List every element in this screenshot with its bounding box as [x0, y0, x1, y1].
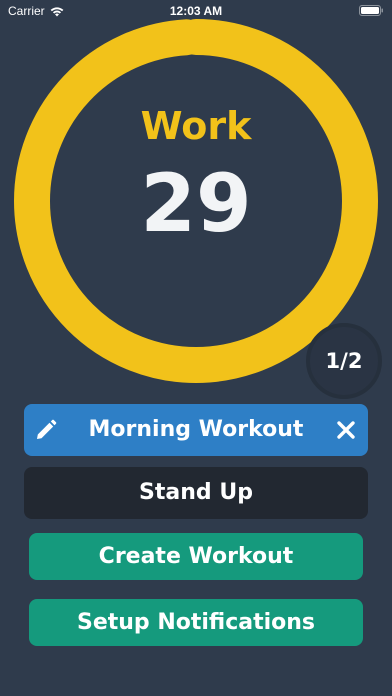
close-icon[interactable]: [334, 418, 358, 442]
setup-notifications-button[interactable]: Setup Notifications: [29, 599, 363, 646]
pencil-icon[interactable]: [34, 418, 58, 442]
round-counter: 1/2: [306, 323, 382, 399]
workout-name: Morning Workout: [88, 417, 304, 442]
timer-countdown: 29: [140, 157, 252, 250]
current-workout-bar[interactable]: Morning Workout: [24, 404, 368, 456]
stand-up-button[interactable]: Stand Up: [24, 467, 368, 519]
create-workout-button[interactable]: Create Workout: [29, 533, 363, 580]
phase-label: Work: [140, 104, 252, 148]
battery-icon: [359, 5, 383, 16]
round-counter-text: 1/2: [325, 349, 363, 373]
status-time: 12:03 AM: [169, 4, 223, 18]
